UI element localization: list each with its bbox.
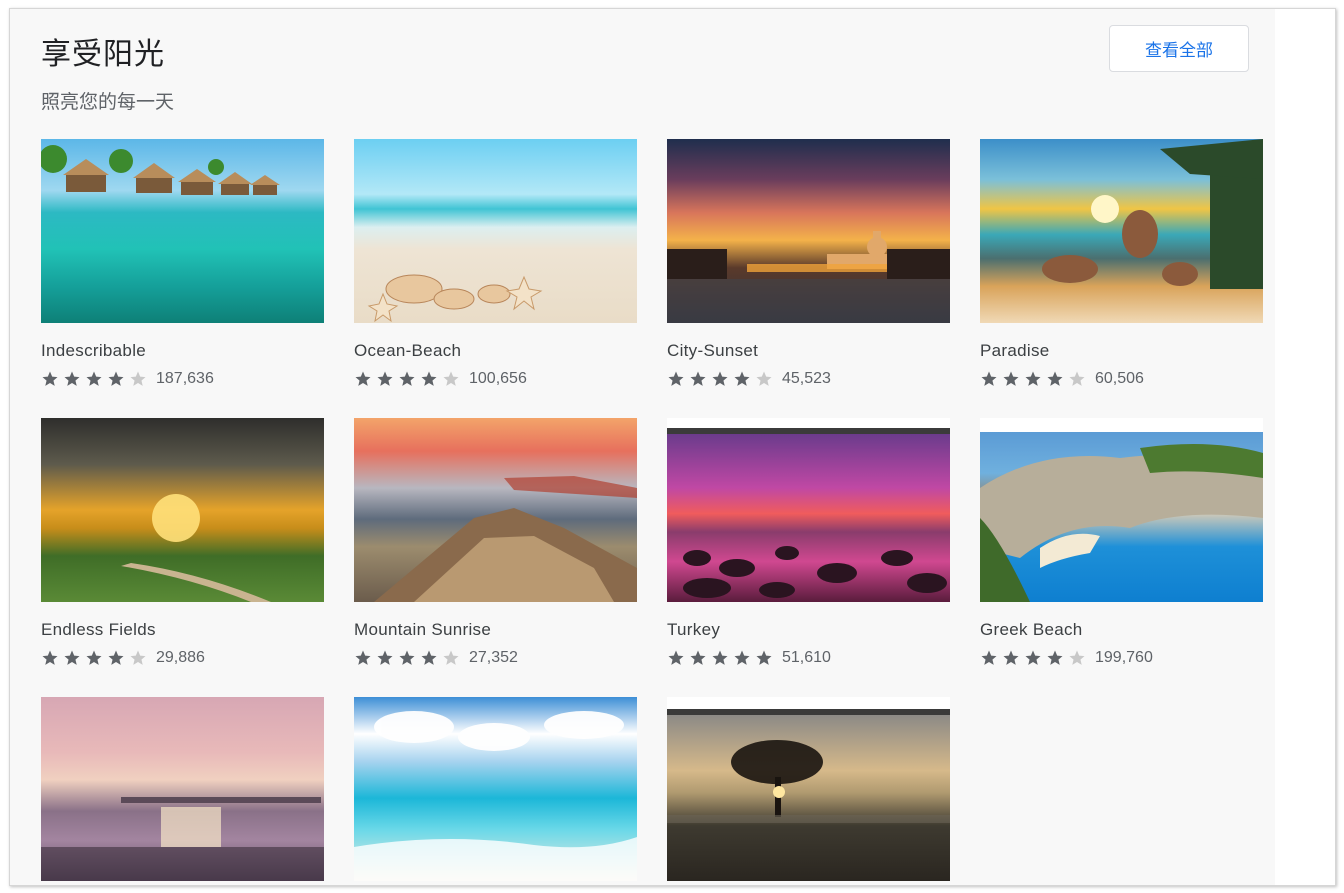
theme-card[interactable]: Ocean-Beach 100,656 [354, 139, 637, 388]
section-subtitle: 照亮您的每一天 [41, 91, 175, 113]
themes-section: 享受阳光 照亮您的每一天 查看全部 Indescribable 187,636 [10, 9, 1275, 885]
star-filled-icon [64, 371, 80, 386]
theme-card[interactable] [41, 697, 324, 885]
theme-thumbnail[interactable] [980, 139, 1263, 323]
rating-count: 51,610 [782, 649, 831, 666]
star-filled-icon [377, 371, 393, 386]
star-filled-icon [421, 650, 437, 665]
theme-thumbnail[interactable] [354, 418, 637, 602]
star-filled-icon [42, 650, 58, 665]
star-rating: 29,886 [41, 649, 324, 667]
theme-thumbnail[interactable] [41, 697, 324, 881]
rating-count: 29,886 [156, 649, 205, 666]
star-filled-icon [1047, 371, 1063, 386]
star-filled-icon [981, 371, 997, 386]
star-filled-icon [690, 371, 706, 386]
theme-name[interactable]: Ocean-Beach [354, 341, 637, 361]
star-filled-icon [42, 371, 58, 386]
star-filled-icon [756, 650, 772, 665]
star-filled-icon [86, 371, 102, 386]
star-filled-icon [355, 650, 371, 665]
theme-card[interactable] [667, 697, 950, 885]
star-empty-icon [443, 650, 459, 665]
theme-card[interactable]: Mountain Sunrise 27,352 [354, 418, 637, 667]
theme-card[interactable]: Paradise 60,506 [980, 139, 1263, 388]
view-all-button[interactable]: 查看全部 [1109, 25, 1249, 72]
star-filled-icon [1025, 371, 1041, 386]
star-empty-icon [130, 650, 146, 665]
star-filled-icon [1025, 650, 1041, 665]
star-filled-icon [86, 650, 102, 665]
rating-count: 60,506 [1095, 370, 1144, 387]
star-rating: 27,352 [354, 649, 637, 667]
theme-thumbnail[interactable] [354, 697, 637, 881]
star-filled-icon [734, 650, 750, 665]
theme-card[interactable]: Endless Fields 29,886 [41, 418, 324, 667]
rating-count: 45,523 [782, 370, 831, 387]
star-filled-icon [108, 650, 124, 665]
theme-name[interactable]: City-Sunset [667, 341, 950, 361]
theme-card[interactable]: Indescribable 187,636 [41, 139, 324, 388]
star-filled-icon [981, 650, 997, 665]
theme-thumbnail[interactable] [354, 139, 637, 323]
star-rating: 199,760 [980, 649, 1263, 667]
star-rating: 45,523 [667, 370, 950, 388]
star-filled-icon [399, 371, 415, 386]
theme-thumbnail[interactable] [667, 697, 950, 881]
star-filled-icon [1047, 650, 1063, 665]
star-filled-icon [399, 650, 415, 665]
theme-name[interactable]: Paradise [980, 341, 1263, 361]
star-empty-icon [1069, 650, 1085, 665]
star-empty-icon [443, 371, 459, 386]
star-rating: 187,636 [41, 370, 324, 388]
star-filled-icon [712, 650, 728, 665]
rating-count: 27,352 [469, 649, 518, 666]
star-filled-icon [734, 371, 750, 386]
star-empty-icon [756, 371, 772, 386]
star-filled-icon [712, 371, 728, 386]
star-empty-icon [130, 371, 146, 386]
star-filled-icon [668, 650, 684, 665]
star-rating: 100,656 [354, 370, 637, 388]
theme-thumbnail[interactable] [41, 139, 324, 323]
rating-count: 100,656 [469, 370, 527, 387]
theme-thumbnail[interactable] [667, 139, 950, 323]
theme-card[interactable]: Greek Beach 199,760 [980, 418, 1263, 667]
star-filled-icon [64, 650, 80, 665]
theme-card[interactable] [354, 697, 637, 885]
theme-name[interactable]: Greek Beach [980, 620, 1263, 640]
window-frame: 享受阳光 照亮您的每一天 查看全部 Indescribable 187,636 [9, 8, 1336, 886]
star-filled-icon [690, 650, 706, 665]
theme-thumbnail[interactable] [667, 418, 950, 602]
theme-name[interactable]: Mountain Sunrise [354, 620, 637, 640]
theme-name[interactable]: Endless Fields [41, 620, 324, 640]
star-rating: 51,610 [667, 649, 950, 667]
theme-card[interactable]: City-Sunset 45,523 [667, 139, 950, 388]
star-rating: 60,506 [980, 370, 1263, 388]
star-filled-icon [1003, 650, 1019, 665]
theme-card[interactable]: Turkey 51,610 [667, 418, 950, 667]
theme-name[interactable]: Indescribable [41, 341, 324, 361]
star-empty-icon [1069, 371, 1085, 386]
star-filled-icon [1003, 371, 1019, 386]
rating-count: 199,760 [1095, 649, 1153, 666]
star-filled-icon [668, 371, 684, 386]
star-filled-icon [108, 371, 124, 386]
star-filled-icon [421, 371, 437, 386]
theme-thumbnail[interactable] [980, 418, 1263, 602]
section-title: 享受阳光 [41, 37, 165, 72]
theme-thumbnail[interactable] [41, 418, 324, 602]
rating-count: 187,636 [156, 370, 214, 387]
star-filled-icon [355, 371, 371, 386]
theme-name[interactable]: Turkey [667, 620, 950, 640]
star-filled-icon [377, 650, 393, 665]
